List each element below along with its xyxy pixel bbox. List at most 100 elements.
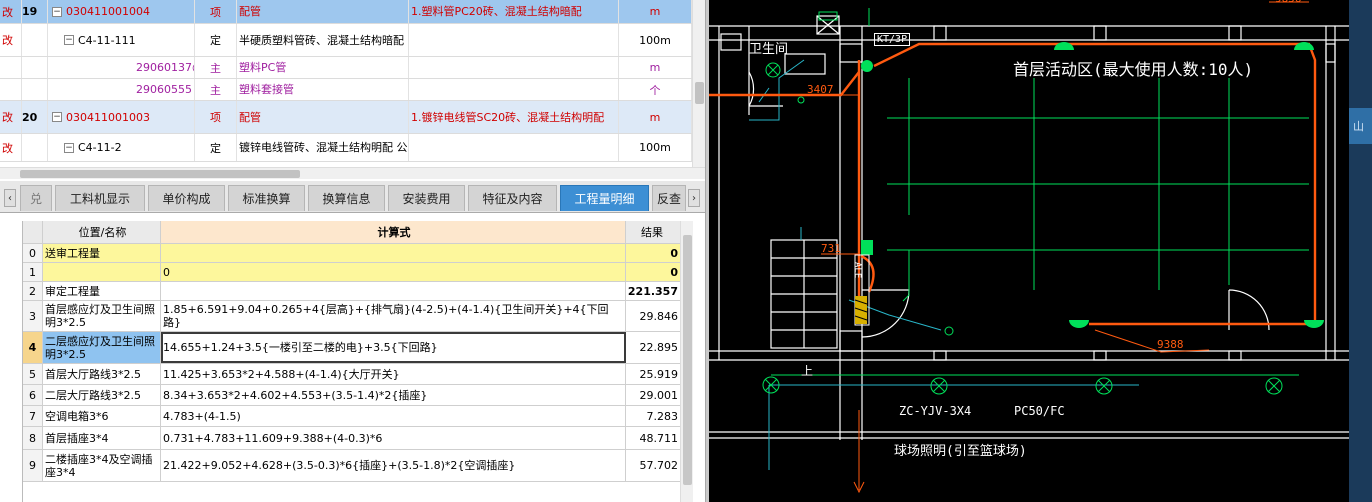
row-formula[interactable]: 1.85+6.591+9.04+0.265+4{层高}+{排气扇}(4-2.5)… — [161, 301, 626, 331]
row-code-cell[interactable]: −030411001004 — [48, 0, 195, 23]
row-code-cell[interactable]: 29060555 — [48, 79, 195, 100]
row-formula[interactable]: 14.655+1.24+3.5{一楼引至二楼的电}+3.5{下回路} — [161, 332, 626, 363]
grid-row[interactable]: 7 空调电箱3*6 4.783+(4-1.5) 7.283 — [23, 406, 680, 427]
header-expr: 计算式 — [161, 221, 626, 243]
row-feature — [409, 79, 619, 100]
up-label: 上 — [801, 364, 814, 378]
row-formula[interactable]: 8.34+3.653*2+4.602+4.553+(3.5-1.4)*2{插座} — [161, 385, 626, 405]
room-label: 首层活动区(最大使用人数:10人) — [1013, 60, 1254, 79]
row-location[interactable] — [43, 263, 161, 281]
cad-drawing-view[interactable]: 首层活动区(最大使用人数:10人) 卫生间 KT/3P 3407 731 938… — [709, 0, 1349, 502]
row-index: 7 — [23, 406, 43, 426]
tab-partial[interactable]: 兑 — [20, 185, 52, 211]
row-location[interactable]: 二楼插座3*4及空调插座3*4 — [43, 450, 161, 481]
grid-vertical-scrollbar[interactable] — [680, 221, 693, 502]
collapse-icon[interactable]: − — [52, 112, 62, 122]
row-index: 2 — [23, 282, 43, 300]
row-code-cell[interactable]: − C4-11-2 — [48, 134, 195, 161]
row-code: C4-11-2 — [78, 141, 122, 154]
row-code-cell[interactable]: −030411001003 — [48, 101, 195, 133]
grid-row[interactable]: 9 二楼插座3*4及空调插座3*4 21.422+9.052+4.628+(3.5-… — [23, 450, 680, 482]
row-code-cell[interactable]: 29060137@1 — [48, 57, 195, 78]
row-result: 29.001 — [626, 385, 680, 405]
row-code-cell[interactable]: − C4-11-111 — [48, 24, 195, 56]
dim-731: 731 — [821, 242, 841, 255]
tab-scroll-right-icon[interactable]: › — [688, 189, 700, 207]
header-corner — [23, 221, 43, 243]
dim-3407: 3407 — [807, 83, 834, 96]
row-formula[interactable]: 21.422+9.052+4.628+(3.5-0.3)*6{插座}+(3.5-… — [161, 450, 626, 481]
row-index: 5 — [23, 364, 43, 384]
row-mark — [0, 57, 22, 78]
tree-row[interactable]: 29060555 主塑料套接管 个 — [0, 79, 692, 101]
row-result: 57.702 — [626, 450, 680, 481]
bill-tree-table: 改 19−030411001004 项配管 1.塑料管PC20砖、混凝土结构暗配 m 改 −… — [0, 0, 692, 167]
row-formula[interactable] — [161, 282, 626, 300]
row-location[interactable]: 首层大厅路线3*2.5 — [43, 364, 161, 384]
tab-4[interactable]: 安装费用 — [388, 185, 465, 211]
grid-row[interactable]: 2 审定工程量 221.357 — [23, 282, 680, 301]
row-number: 20 — [22, 101, 48, 133]
detail-tab-bar: ‹ 兑 › 工料机显示 单价构成 标准换算 换算信息 安装费用 特征及内容 工程量明细 反查 — [0, 181, 705, 213]
scroll-thumb[interactable] — [695, 82, 704, 104]
tab-3[interactable]: 换算信息 — [308, 185, 385, 211]
tree-row[interactable]: 改 19−030411001004 项配管 1.塑料管PC20砖、混凝土结构暗配 m — [0, 0, 692, 24]
header-result: 结果 — [626, 221, 680, 243]
row-location[interactable]: 空调电箱3*6 — [43, 406, 161, 426]
row-location[interactable]: 二层感应灯及卫生间照明3*2.5 — [43, 332, 161, 363]
grid-row[interactable]: 6 二层大厅路线3*2.5 8.34+3.653*2+4.602+4.553+(3.… — [23, 385, 680, 406]
row-unit: m — [619, 0, 692, 23]
right-side-strip: 山 — [1349, 0, 1372, 502]
tree-horizontal-scrollbar[interactable] — [0, 167, 705, 179]
row-formula[interactable]: 0.731+4.783+11.609+9.388+(4-0.3)*6 — [161, 427, 626, 449]
row-index: 8 — [23, 427, 43, 449]
grid-row[interactable]: 3 首层感应灯及卫生间照明3*2.5 1.85+6.591+9.04+0.265+4… — [23, 301, 680, 332]
row-location[interactable]: 首层感应灯及卫生间照明3*2.5 — [43, 301, 161, 331]
tab-1[interactable]: 单价构成 — [148, 185, 225, 211]
row-unit: 个 — [619, 79, 692, 100]
tree-row[interactable]: 改−C4-11-2定镀锌电线管砖、混凝土结构明配 公称直径(mm以内) 2010… — [0, 134, 692, 162]
scroll-thumb[interactable] — [20, 170, 300, 178]
row-location[interactable]: 审定工程量 — [43, 282, 161, 300]
scroll-thumb[interactable] — [683, 235, 692, 485]
row-result: 0 — [626, 244, 680, 262]
tab-6[interactable]: 工程量明细 — [560, 185, 649, 211]
grid-row[interactable]: 1 00 — [23, 263, 680, 282]
row-formula[interactable] — [161, 244, 626, 262]
cable-label: ZC-YJV-3X4 — [899, 404, 972, 418]
grid-row[interactable]: 8 首层插座3*4 0.731+4.783+11.609+9.388+(4-0.3)… — [23, 427, 680, 450]
row-name: 配管 — [237, 101, 409, 133]
tree-row[interactable]: 改−C4-11-111定半硬质塑料管砖、混凝土结构暗配 公称直径(mm以内) 2… — [0, 24, 692, 57]
tree-vertical-scrollbar[interactable] — [692, 0, 705, 167]
row-index: 1 — [23, 263, 43, 281]
ale-label: ALE — [852, 262, 862, 279]
row-type: 主 — [195, 57, 237, 78]
row-mark: 改 — [0, 134, 22, 161]
collapse-icon[interactable]: − — [64, 142, 74, 153]
row-index: 3 — [23, 301, 43, 331]
row-result: 221.357 — [626, 282, 680, 300]
tab-5[interactable]: 特征及内容 — [468, 185, 557, 211]
quantity-detail-grid: 位置/名称 计算式 结果 0 送审工程量 0 1 0 0 2 审定工程量 221.357 3 首层感应灯及… — [22, 221, 680, 502]
collapse-icon[interactable]: − — [52, 6, 62, 17]
collapse-icon[interactable]: − — [64, 35, 74, 45]
kt-label: KT/3P — [874, 33, 911, 46]
row-formula[interactable]: 4.783+(4-1.5) — [161, 406, 626, 426]
row-location[interactable]: 首层插座3*4 — [43, 427, 161, 449]
tab-2[interactable]: 标准换算 — [228, 185, 305, 211]
grid-row[interactable]: 0 送审工程量 0 — [23, 244, 680, 263]
tab-0[interactable]: 工料机显示 — [55, 185, 145, 211]
tab-scroll-left-icon[interactable]: ‹ — [4, 189, 16, 207]
tree-row[interactable]: 改 20−030411001003 项配管 1.镀锌电线管SC20砖、混凝土结构明配 m — [0, 101, 692, 134]
dim-9388: 9388 — [1157, 338, 1184, 351]
row-formula[interactable]: 0 — [161, 263, 626, 281]
tree-row[interactable]: 29060137@1主塑料PC管 m — [0, 57, 692, 79]
grid-row[interactable]: 5 首层大厅路线3*2.5 11.425+3.653*2+4.588+(4-1.4)… — [23, 364, 680, 385]
tab-7[interactable]: 反查 — [652, 185, 686, 211]
row-type: 项 — [195, 0, 237, 23]
row-formula[interactable]: 11.425+3.653*2+4.588+(4-1.4){大厅开关} — [161, 364, 626, 384]
row-location[interactable]: 二层大厅路线3*2.5 — [43, 385, 161, 405]
row-name: 半硬质塑料管砖、混凝土结构暗配 公称直径(mm以内) 20 — [237, 24, 409, 56]
row-location[interactable]: 送审工程量 — [43, 244, 161, 262]
grid-row[interactable]: 4 二层感应灯及卫生间照明3*2.5 14.655+1.24+3.5{一楼引至二楼的… — [23, 332, 680, 364]
